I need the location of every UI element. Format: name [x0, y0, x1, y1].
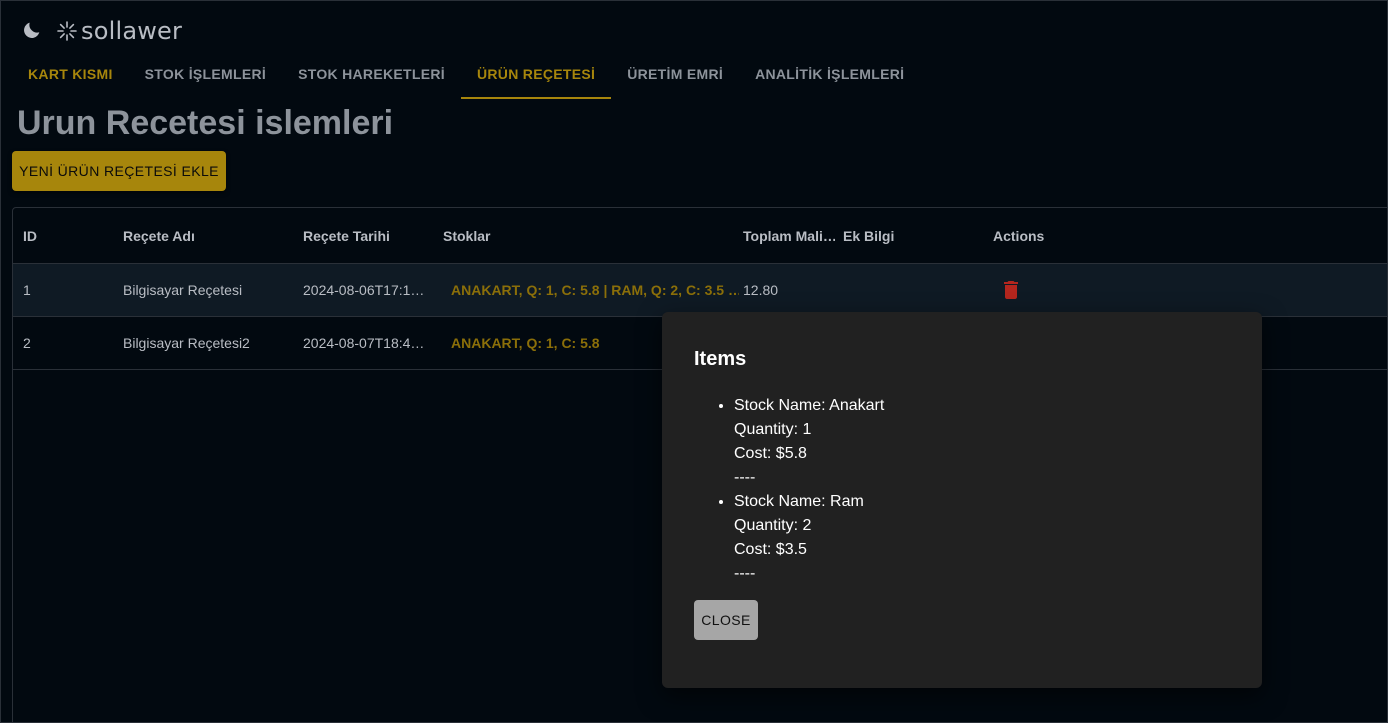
- cell-name: Bilgisayar Reçetesi2: [123, 335, 250, 351]
- add-recipe-button[interactable]: YENİ ÜRÜN REÇETESİ EKLE: [12, 151, 226, 191]
- column-header-stocks[interactable]: Stoklar: [443, 208, 733, 263]
- tab-stok-hareketleri[interactable]: STOK HAREKETLERİ: [282, 51, 461, 99]
- delete-icon[interactable]: [999, 278, 1023, 302]
- cell-date: 2024-08-06T17:1…: [303, 282, 425, 298]
- app-logo[interactable]: sollawer: [57, 15, 182, 47]
- items-dialog: Items Stock Name: Anakart Quantity: 1 Co…: [662, 312, 1262, 688]
- sunburst-icon: [57, 21, 77, 41]
- stock-name-line: Stock Name: Anakart: [734, 397, 885, 414]
- page-title: Urun Recetesi islemleri: [17, 104, 394, 142]
- column-header-actions[interactable]: Actions: [993, 208, 1113, 263]
- list-item: Stock Name: Anakart Quantity: 1 Cost: $5…: [734, 394, 884, 490]
- cell-total-cost: 12.80: [743, 282, 779, 298]
- column-header-name[interactable]: Reçete Adı: [123, 208, 293, 263]
- table-header: ID Reçete Adı Reçete Tarihi Stoklar Topl…: [13, 208, 1387, 264]
- quantity-line: Quantity: 2: [734, 517, 812, 534]
- close-button[interactable]: CLOSE: [694, 600, 758, 640]
- moon-icon[interactable]: [21, 19, 43, 41]
- cell-name: Bilgisayar Reçetesi: [123, 282, 243, 298]
- cost-line: Cost: $3.5: [734, 541, 807, 558]
- cost-line: Cost: $5.8: [734, 445, 807, 462]
- column-header-total-cost[interactable]: Toplam Mali…: [743, 208, 835, 263]
- cell-id: 1: [23, 282, 31, 298]
- main-tabs: KART KISMI STOK İŞLEMLERİ STOK HAREKETLE…: [12, 51, 920, 99]
- items-list: Stock Name: Anakart Quantity: 1 Cost: $5…: [694, 394, 884, 586]
- tab-kart-kismi[interactable]: KART KISMI: [12, 51, 129, 99]
- column-header-date[interactable]: Reçete Tarihi: [303, 208, 433, 263]
- separator-line: ----: [734, 469, 756, 486]
- tab-analitik-islemleri[interactable]: ANALİTİK İŞLEMLERİ: [739, 51, 920, 99]
- cell-info: [843, 264, 983, 316]
- separator-line: ----: [734, 565, 756, 582]
- cell-id: 2: [23, 335, 31, 351]
- table-row[interactable]: 1 Bilgisayar Reçetesi 2024-08-06T17:1… A…: [13, 264, 1387, 317]
- column-header-info[interactable]: Ek Bilgi: [843, 208, 983, 263]
- cell-date: 2024-08-07T18:4…: [303, 335, 425, 351]
- column-header-id[interactable]: ID: [23, 208, 113, 263]
- tab-uretim-emri[interactable]: ÜRETİM EMRİ: [611, 51, 739, 99]
- cell-stocks-link[interactable]: ANAKART, Q: 1, C: 5.8 | RAM, Q: 2, C: 3.…: [451, 264, 739, 316]
- dialog-title: Items: [694, 348, 747, 370]
- app-window: sollawer KART KISMI STOK İŞLEMLERİ STOK …: [0, 0, 1388, 723]
- tab-stok-islemleri[interactable]: STOK İŞLEMLERİ: [129, 51, 282, 99]
- tab-urun-recetesi[interactable]: ÜRÜN REÇETESİ: [460, 51, 612, 99]
- stock-name-line: Stock Name: Ram: [734, 493, 864, 510]
- quantity-line: Quantity: 1: [734, 421, 812, 438]
- list-item: Stock Name: Ram Quantity: 2 Cost: $3.5 -…: [734, 490, 884, 586]
- logo-text: sollawer: [81, 17, 183, 45]
